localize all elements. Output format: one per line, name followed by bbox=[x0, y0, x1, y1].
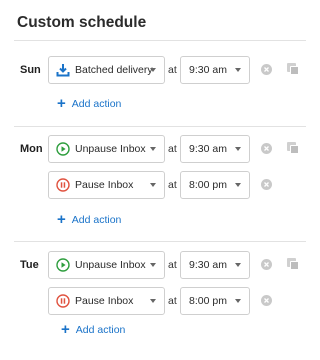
copy-day-button[interactable] bbox=[287, 63, 300, 76]
action-select-label: Pause Inbox bbox=[75, 179, 134, 191]
chevron-down-icon bbox=[150, 68, 156, 72]
day-label-mon: Mon bbox=[20, 143, 43, 155]
time-select-label: 8:00 pm bbox=[189, 295, 227, 307]
close-icon bbox=[264, 67, 269, 72]
time-select-label: 9:30 am bbox=[189, 259, 227, 271]
download-tray-icon bbox=[56, 63, 70, 77]
plus-icon: + bbox=[57, 95, 66, 112]
plus-icon: + bbox=[57, 211, 66, 228]
action-select-label: Pause Inbox bbox=[75, 295, 134, 307]
time-select[interactable]: 9:30 am bbox=[180, 135, 250, 163]
play-circle-icon bbox=[56, 258, 70, 272]
remove-action-button[interactable] bbox=[261, 64, 272, 75]
at-label: at bbox=[168, 295, 177, 307]
copy-day-button[interactable] bbox=[287, 142, 300, 155]
action-select[interactable]: Pause Inbox bbox=[48, 287, 165, 315]
action-select[interactable]: Unpause Inbox bbox=[48, 251, 165, 279]
play-circle-icon bbox=[56, 142, 70, 156]
add-action-label: Add action bbox=[71, 97, 122, 110]
chevron-down-icon bbox=[235, 299, 241, 303]
time-select[interactable]: 8:00 pm bbox=[180, 287, 250, 315]
action-select-label: Unpause Inbox bbox=[75, 143, 146, 155]
time-select-label: 9:30 am bbox=[189, 143, 227, 155]
chevron-down-icon bbox=[150, 147, 156, 151]
time-select-label: 8:00 pm bbox=[189, 179, 227, 191]
time-select[interactable]: 8:00 pm bbox=[180, 171, 250, 199]
title-divider bbox=[14, 40, 306, 41]
remove-action-button[interactable] bbox=[261, 179, 272, 190]
copy-day-button[interactable] bbox=[287, 258, 300, 271]
at-label: at bbox=[168, 259, 177, 271]
day-label-tue: Tue bbox=[20, 259, 39, 271]
remove-action-button[interactable] bbox=[261, 143, 272, 154]
close-icon bbox=[264, 146, 269, 151]
add-action-label: Add action bbox=[71, 213, 122, 226]
time-select[interactable]: 9:30 am bbox=[180, 251, 250, 279]
add-action-button[interactable]: + Add action bbox=[57, 212, 121, 227]
action-select-label: Unpause Inbox bbox=[75, 259, 146, 271]
action-select[interactable]: Batched delivery bbox=[48, 56, 165, 84]
chevron-down-icon bbox=[235, 263, 241, 267]
at-label: at bbox=[168, 64, 177, 76]
day-label-sun: Sun bbox=[20, 64, 41, 76]
chevron-down-icon bbox=[235, 147, 241, 151]
chevron-down-icon bbox=[150, 299, 156, 303]
close-icon bbox=[264, 262, 269, 267]
pause-circle-icon bbox=[56, 178, 70, 192]
close-icon bbox=[264, 298, 269, 303]
close-icon bbox=[264, 182, 269, 187]
plus-icon: + bbox=[61, 321, 70, 338]
add-action-label: Add action bbox=[75, 323, 126, 336]
chevron-down-icon bbox=[235, 183, 241, 187]
at-label: at bbox=[168, 179, 177, 191]
pause-circle-icon bbox=[56, 294, 70, 308]
section-divider bbox=[14, 241, 306, 242]
chevron-down-icon bbox=[150, 183, 156, 187]
time-select[interactable]: 9:30 am bbox=[180, 56, 250, 84]
add-action-button[interactable]: + Add action bbox=[57, 96, 121, 111]
chevron-down-icon bbox=[235, 68, 241, 72]
action-select[interactable]: Pause Inbox bbox=[48, 171, 165, 199]
time-select-label: 9:30 am bbox=[189, 64, 227, 76]
action-select-label: Batched delivery bbox=[75, 64, 153, 76]
at-label: at bbox=[168, 143, 177, 155]
chevron-down-icon bbox=[150, 263, 156, 267]
remove-action-button[interactable] bbox=[261, 295, 272, 306]
add-action-button[interactable]: + Add action bbox=[61, 322, 125, 337]
section-divider bbox=[14, 126, 306, 127]
action-select[interactable]: Unpause Inbox bbox=[48, 135, 165, 163]
remove-action-button[interactable] bbox=[261, 259, 272, 270]
page-title: Custom schedule bbox=[17, 14, 147, 31]
